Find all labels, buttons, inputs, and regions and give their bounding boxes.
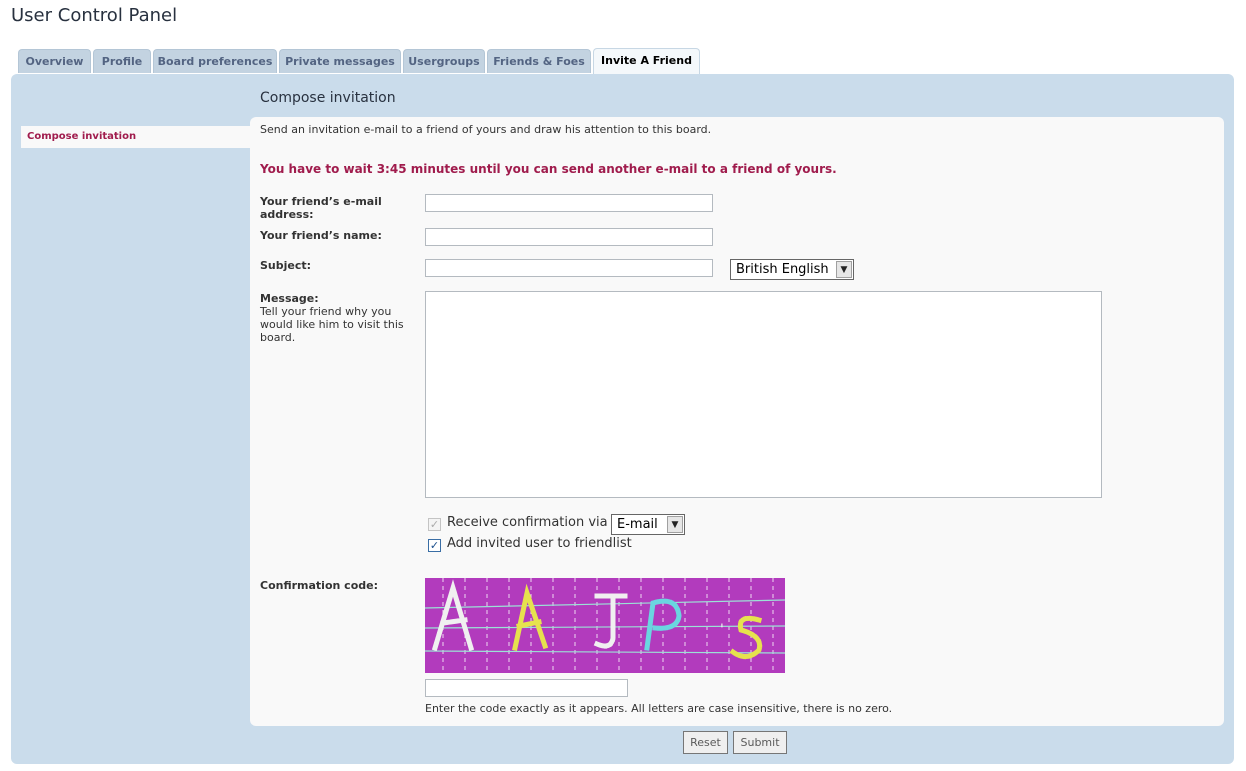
message-label: Message: xyxy=(260,292,319,305)
svg-text:': ' xyxy=(720,622,724,638)
tab-usergroups[interactable]: Usergroups xyxy=(403,49,485,73)
message-textarea[interactable] xyxy=(425,291,1102,498)
page-title: User Control Panel xyxy=(11,5,178,26)
tab-overview[interactable]: Overview xyxy=(18,49,91,73)
captcha-image: ' xyxy=(424,578,786,673)
subject-field[interactable] xyxy=(425,259,713,277)
tab-friends-foes[interactable]: Friends & Foes xyxy=(487,49,591,73)
confirmation-code-label: Confirmation code: xyxy=(260,579,378,592)
receive-confirmation-checkbox[interactable]: ✓ xyxy=(428,518,441,531)
reset-button[interactable]: Reset xyxy=(683,731,728,754)
confirmation-method-select[interactable]: E-mail ▼ xyxy=(611,514,685,535)
add-to-friendlist-label: Add invited user to friendlist xyxy=(447,536,632,551)
name-label: Your friend’s name: xyxy=(260,229,382,242)
sidebar-item-compose-invitation[interactable]: Compose invitation xyxy=(21,126,251,148)
intro-text: Send an invitation e-mail to a friend of… xyxy=(260,123,712,136)
receive-confirmation-label: Receive confirmation via xyxy=(447,515,608,530)
invite-form: Send an invitation e-mail to a friend of… xyxy=(250,117,1224,726)
subject-label: Subject: xyxy=(260,259,312,272)
tab-board-preferences[interactable]: Board preferences xyxy=(153,49,277,73)
message-help-text: Tell your friend why you xyxy=(260,305,392,318)
control-panel: Compose invitation Compose invitation Se… xyxy=(11,74,1234,764)
section-title: Compose invitation xyxy=(260,90,396,106)
name-field[interactable] xyxy=(425,228,713,246)
tab-invite-a-friend[interactable]: Invite A Friend xyxy=(593,48,700,74)
submit-button[interactable]: Submit xyxy=(733,731,787,754)
confirmation-code-field[interactable] xyxy=(425,679,628,697)
chevron-down-icon: ▼ xyxy=(667,516,683,533)
captcha-graphic: ' xyxy=(424,578,786,673)
add-to-friendlist-checkbox[interactable]: ✓ xyxy=(428,539,441,552)
confirmation-code-hint: Enter the code exactly as it appears. Al… xyxy=(425,702,893,715)
language-select[interactable]: British English ▼ xyxy=(730,259,854,280)
email-field[interactable] xyxy=(425,194,713,212)
wait-message: You have to wait 3:45 minutes until you … xyxy=(260,162,837,176)
message-label-group: Message: Tell your friend why you would … xyxy=(260,292,420,344)
chevron-down-icon: ▼ xyxy=(836,261,852,278)
tab-profile[interactable]: Profile xyxy=(93,49,151,73)
tab-private-messages[interactable]: Private messages xyxy=(279,49,401,73)
email-label: Your friend’s e-mail address: xyxy=(260,195,382,221)
